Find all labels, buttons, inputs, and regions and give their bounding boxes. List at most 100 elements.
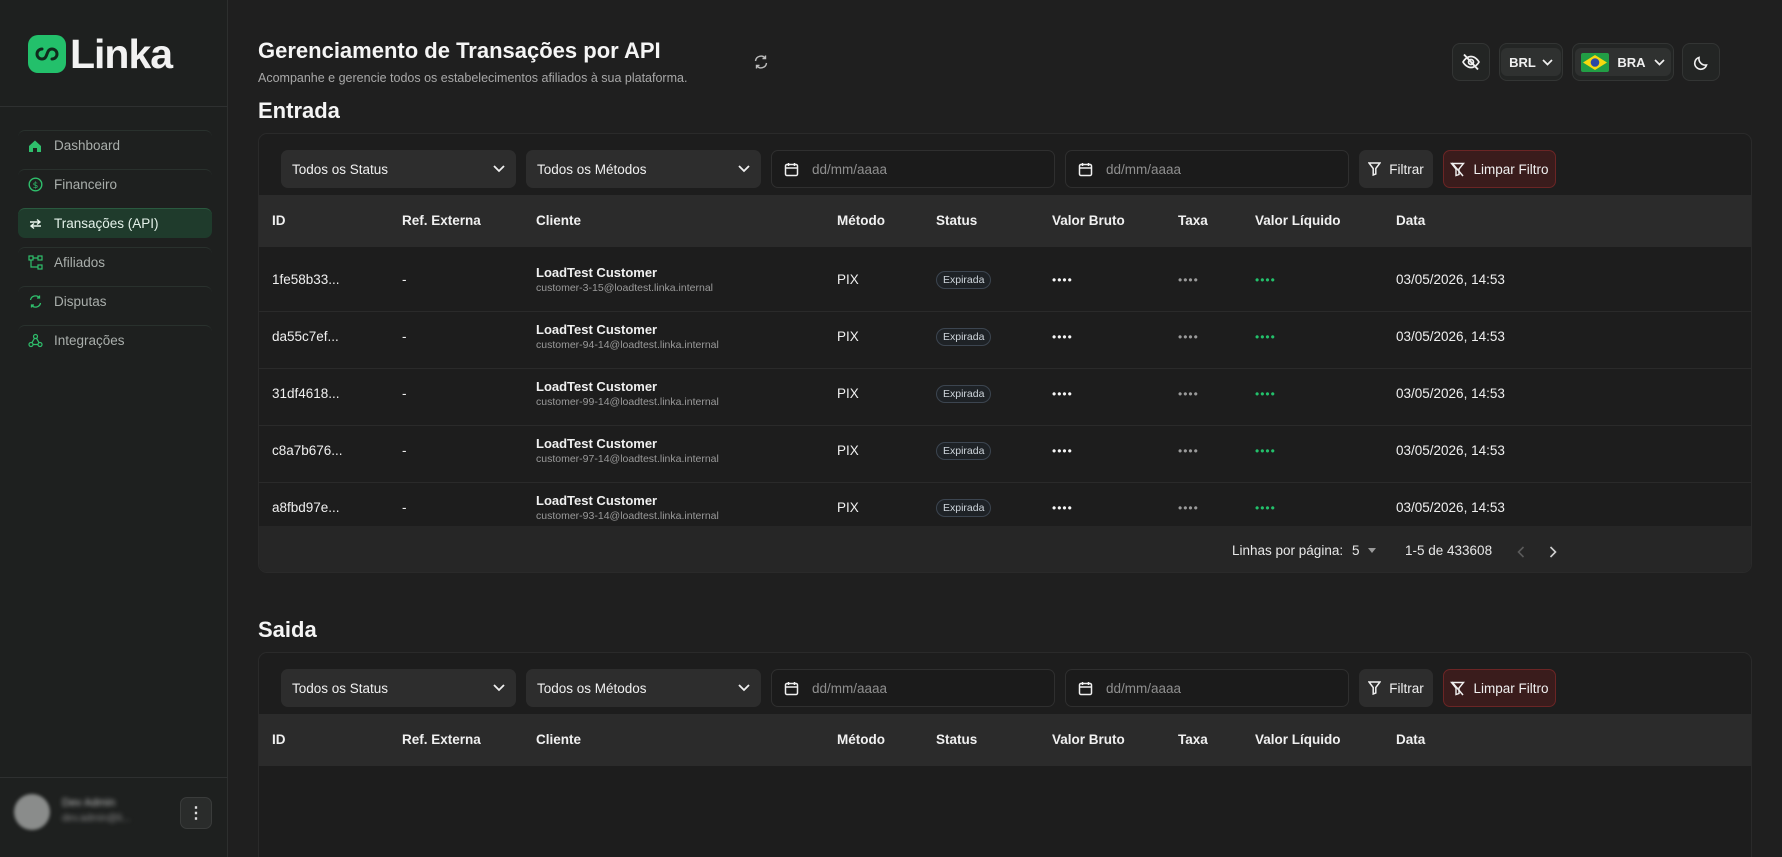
country-select[interactable]: BRA (1572, 43, 1674, 81)
rows-per-page-label: Linhas por página: (1232, 543, 1344, 558)
more-vertical-icon[interactable]: ⋮ (180, 797, 212, 829)
col-valor-liquido[interactable]: Valor Líquido (1255, 714, 1341, 766)
currency-select[interactable]: BRL (1499, 43, 1563, 81)
col-id[interactable]: ID (272, 714, 286, 766)
table-row[interactable]: da55c7ef... - LoadTest Customer customer-… (259, 304, 1751, 369)
cell-valor-bruto: •••• (1052, 443, 1073, 458)
sidebar-item-transacoes[interactable]: Transações (API) (18, 208, 212, 238)
app-root: Linka Dashboard $ Financeiro Transações … (0, 0, 1782, 857)
chevron-down-icon (1542, 58, 1553, 66)
customer-name: LoadTest Customer (536, 322, 658, 337)
hide-values-button[interactable] (1452, 43, 1490, 81)
sidebar-item-financeiro[interactable]: $ Financeiro (18, 169, 212, 199)
cell-status: Expirada (936, 361, 992, 426)
cell-id: c8a7b676... (272, 443, 343, 458)
method-select[interactable]: Todos os Métodos (526, 669, 761, 707)
moon-icon (1693, 55, 1708, 70)
col-valor-bruto[interactable]: Valor Bruto (1052, 714, 1125, 766)
status-select[interactable]: Todos os Status (281, 150, 516, 188)
webhook-icon (26, 332, 44, 350)
col-data[interactable]: Data (1396, 714, 1425, 766)
chevron-right-icon[interactable] (1549, 546, 1557, 558)
customer-email: customer-94-14@loadtest.linka.internal (536, 339, 719, 351)
filter-x-icon (1450, 162, 1466, 176)
calendar-icon (1078, 162, 1093, 176)
status-badge: Expirada (936, 498, 992, 517)
country-value: BRA (1617, 54, 1646, 70)
table-pagination: Linhas por página: 5 1-5 de 433608 (259, 526, 1751, 572)
logo[interactable]: Linka (28, 31, 173, 77)
col-ref[interactable]: Ref. Externa (402, 195, 481, 247)
method-select[interactable]: Todos os Métodos (526, 150, 761, 188)
status-select-label: Todos os Status (292, 161, 389, 177)
col-status[interactable]: Status (936, 195, 977, 247)
filter-button[interactable]: Filtrar (1359, 150, 1433, 188)
cell-ref: - (402, 329, 407, 344)
cell-cliente: LoadTest Customer customer-94-14@loadtest… (536, 304, 719, 369)
col-cliente[interactable]: Cliente (536, 195, 581, 247)
status-badge: Expirada (936, 327, 992, 346)
sidebar-item-disputas[interactable]: Disputas (18, 286, 212, 316)
cell-data: 03/05/2026, 14:53 (1396, 443, 1505, 458)
col-data[interactable]: Data (1396, 195, 1425, 247)
cell-cliente: LoadTest Customer customer-99-14@loadtest… (536, 361, 719, 426)
rows-per-page-select[interactable]: 5 (1352, 543, 1376, 558)
customer-email: customer-93-14@loadtest.linka.internal (536, 510, 719, 522)
filter-button[interactable]: Filtrar (1359, 669, 1433, 707)
col-status[interactable]: Status (936, 714, 977, 766)
user-name: Dev Admin (62, 797, 116, 809)
currency-value: BRL (1509, 54, 1536, 70)
clear-filter-button[interactable]: Limpar Filtro (1443, 669, 1556, 707)
cell-status: Expirada (936, 247, 992, 312)
caret-down-icon (1367, 548, 1376, 553)
cell-id: 1fe58b33... (272, 272, 340, 287)
table-row[interactable]: c8a7b676... - LoadTest Customer customer-… (259, 418, 1751, 483)
cell-valor-liquido: •••• (1255, 272, 1276, 287)
chevron-left-icon[interactable] (1517, 546, 1525, 558)
table-row[interactable]: 1fe58b33... - LoadTest Customer customer-… (259, 247, 1751, 312)
status-select-label: Todos os Status (292, 680, 389, 696)
sidebar-item-dashboard[interactable]: Dashboard (18, 130, 212, 160)
calendar-icon (784, 162, 799, 176)
col-ref[interactable]: Ref. Externa (402, 714, 481, 766)
end-date-input[interactable]: dd/mm/aaaa (1065, 669, 1349, 707)
cell-ref: - (402, 443, 407, 458)
cell-valor-liquido: •••• (1255, 329, 1276, 344)
date-placeholder: dd/mm/aaaa (1106, 161, 1182, 177)
col-valor-bruto[interactable]: Valor Bruto (1052, 195, 1125, 247)
theme-toggle-button[interactable] (1682, 43, 1720, 81)
col-metodo[interactable]: Método (837, 195, 885, 247)
user-profile: Dev Admin dev.admin@li... ⋮ (14, 793, 214, 833)
table-row[interactable]: 31df4618... - LoadTest Customer customer-… (259, 361, 1751, 426)
calendar-icon (1078, 681, 1093, 695)
cell-metodo: PIX (837, 272, 859, 287)
refresh-icon[interactable] (752, 53, 770, 71)
avatar[interactable] (14, 794, 50, 830)
sidebar-item-integracoes[interactable]: Integrações (18, 325, 212, 355)
col-taxa[interactable]: Taxa (1178, 195, 1208, 247)
cell-id: da55c7ef... (272, 329, 339, 344)
cell-id: 31df4618... (272, 386, 340, 401)
date-placeholder: dd/mm/aaaa (812, 680, 888, 696)
sidebar-item-afiliados[interactable]: Afiliados (18, 247, 212, 277)
status-select[interactable]: Todos os Status (281, 669, 516, 707)
cell-status: Expirada (936, 418, 992, 483)
cell-taxa: •••• (1178, 329, 1199, 344)
cell-ref: - (402, 272, 407, 287)
col-taxa[interactable]: Taxa (1178, 714, 1208, 766)
start-date-input[interactable]: dd/mm/aaaa (771, 150, 1055, 188)
cell-metodo: PIX (837, 329, 859, 344)
cell-data: 03/05/2026, 14:53 (1396, 329, 1505, 344)
end-date-input[interactable]: dd/mm/aaaa (1065, 150, 1349, 188)
method-select-label: Todos os Métodos (537, 680, 647, 696)
col-valor-liquido[interactable]: Valor Líquido (1255, 195, 1341, 247)
start-date-input[interactable]: dd/mm/aaaa (771, 669, 1055, 707)
filter-x-icon (1450, 681, 1466, 695)
transfer-arrows-icon (26, 215, 44, 233)
col-cliente[interactable]: Cliente (536, 714, 581, 766)
filter-icon (1368, 162, 1382, 176)
col-metodo[interactable]: Método (837, 714, 885, 766)
sidebar: Linka Dashboard $ Financeiro Transações … (0, 0, 228, 857)
col-id[interactable]: ID (272, 195, 286, 247)
clear-filter-button[interactable]: Limpar Filtro (1443, 150, 1556, 188)
